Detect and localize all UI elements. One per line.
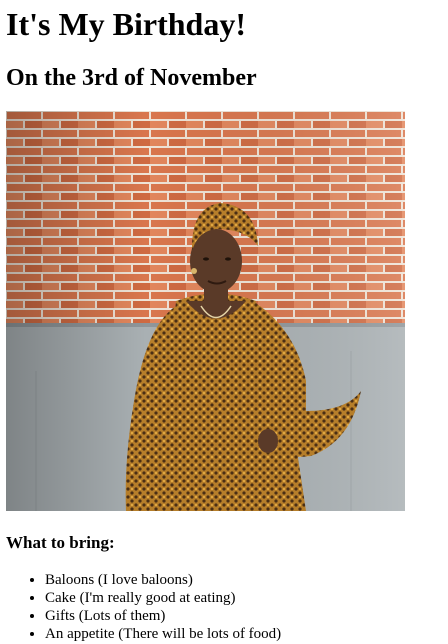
list-item: An appetite (There will be lots of food) — [45, 625, 442, 643]
list-item: Gifts (Lots of them) — [45, 607, 442, 625]
page-title: It's My Birthday! — [6, 6, 246, 42]
bring-list: Baloons (I love baloons) Cake (I'm reall… — [6, 571, 442, 643]
list-item: Baloons (I love baloons) — [45, 571, 442, 589]
birthday-photo — [6, 111, 405, 511]
page-content: It's My Birthday! On the 3rd of November — [0, 0, 448, 643]
bring-heading: What to bring: — [6, 533, 115, 552]
page-subtitle: On the 3rd of November — [6, 65, 257, 91]
list-item: Cake (I'm really good at eating) — [45, 589, 442, 607]
